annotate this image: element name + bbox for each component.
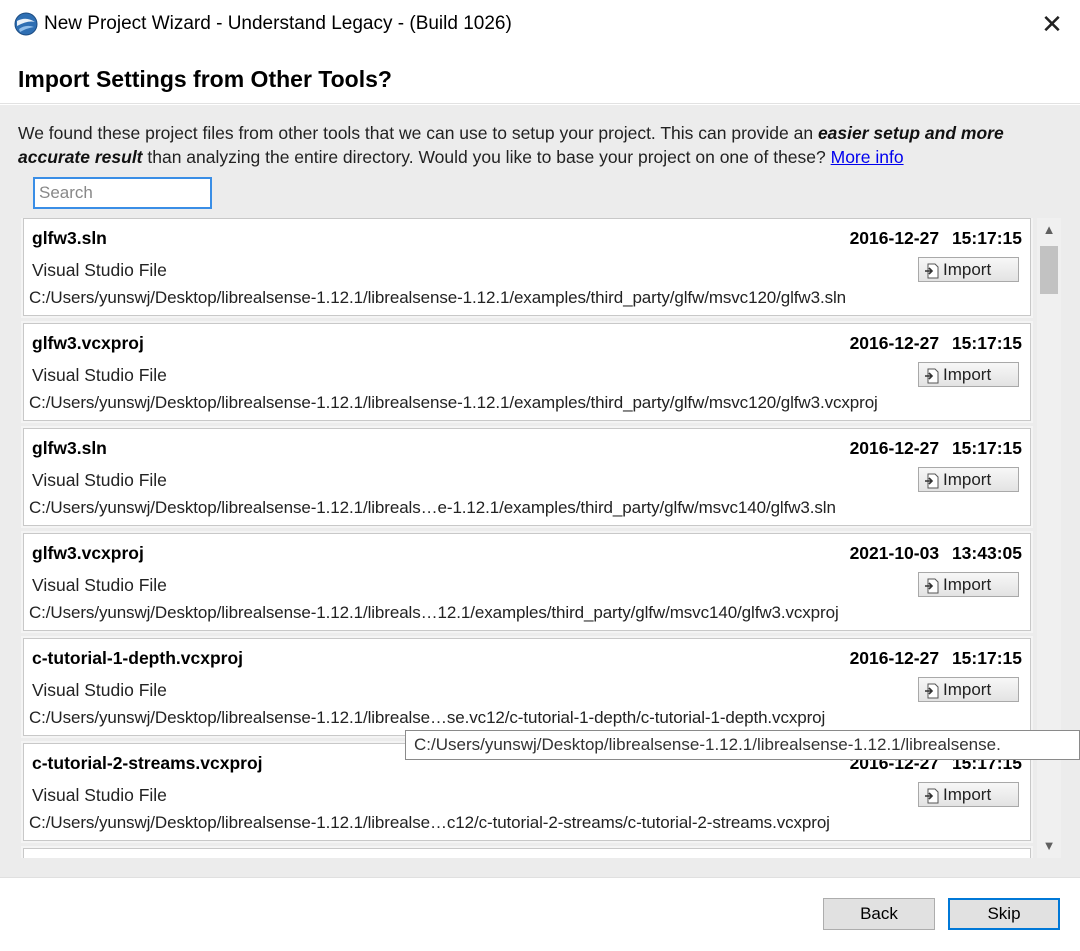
project-type: Visual Studio File — [32, 680, 167, 700]
import-label: Import — [943, 680, 992, 699]
project-path: C:/Users/yunswj/Desktop/librealsense-1.1… — [29, 708, 826, 727]
import-button[interactable]: Import — [918, 572, 1019, 597]
project-type: Visual Studio File — [32, 260, 167, 280]
wizard-footer: Back Skip — [0, 877, 1080, 951]
project-path: C:/Users/yunswj/Desktop/librealsense-1.1… — [29, 288, 847, 307]
project-item[interactable]: glfw3.sln 2016-12-27 15:17:15 Visual Stu… — [23, 218, 1031, 316]
import-label: Import — [943, 575, 992, 594]
import-icon — [925, 262, 939, 278]
more-info-link[interactable]: More info — [831, 147, 904, 167]
project-date: 2021-10-03 13:43:05 — [849, 543, 1022, 563]
close-icon[interactable]: ✕ — [1032, 6, 1072, 42]
scroll-down-icon[interactable]: ▼ — [1037, 834, 1061, 858]
project-name: glfw3.sln — [32, 228, 107, 248]
import-label: Import — [943, 470, 992, 489]
import-icon — [925, 787, 939, 803]
import-label: Import — [943, 785, 992, 804]
import-icon — [925, 577, 939, 593]
understand-app-icon — [14, 12, 38, 36]
wizard-header: Import Settings from Other Tools? — [0, 48, 1080, 104]
project-path: C:/Users/yunswj/Desktop/librealsense-1.1… — [29, 498, 836, 517]
project-path: C:/Users/yunswj/Desktop/librealsense-1.1… — [29, 393, 878, 412]
title-bar: New Project Wizard - Understand Legacy -… — [0, 0, 1080, 48]
import-label: Import — [943, 260, 992, 279]
import-icon — [925, 367, 939, 383]
window-title: New Project Wizard - Understand Legacy -… — [44, 13, 512, 34]
search-input[interactable] — [33, 177, 212, 209]
import-button[interactable]: Import — [918, 782, 1019, 807]
project-item[interactable]: c-tutorial-1-depth.vcxproj 2016-12-27 15… — [23, 638, 1031, 736]
import-button[interactable]: Import — [918, 467, 1019, 492]
project-name: glfw3.vcxproj — [32, 543, 144, 563]
project-path: C:/Users/yunswj/Desktop/librealsense-1.1… — [29, 603, 839, 622]
project-type: Visual Studio File — [32, 785, 167, 805]
project-name: glfw3.sln — [32, 438, 107, 458]
intro-text-1: We found these project files from other … — [18, 123, 818, 143]
project-name: c-tutorial-1-depth.vcxproj — [32, 648, 243, 668]
project-type: Visual Studio File — [32, 575, 167, 595]
project-name: glfw3.vcxproj — [32, 333, 144, 353]
project-type: Visual Studio File — [32, 470, 167, 490]
project-file-list: glfw3.sln 2016-12-27 15:17:15 Visual Stu… — [18, 218, 1038, 858]
project-item[interactable]: glfw3.vcxproj 2016-12-27 15:17:15 Visual… — [23, 323, 1031, 421]
page-title: Import Settings from Other Tools? — [18, 66, 392, 92]
wizard-content: We found these project files from other … — [0, 105, 1080, 877]
scroll-thumb[interactable] — [1040, 246, 1058, 294]
project-type: Visual Studio File — [32, 365, 167, 385]
project-date: 2016-12-27 15:17:15 — [849, 438, 1022, 458]
list-scrollbar[interactable]: ▲ ▼ — [1037, 218, 1061, 858]
import-icon — [925, 472, 939, 488]
import-label: Import — [943, 365, 992, 384]
project-item[interactable]: glfw3.sln 2016-12-27 15:17:15 Visual Stu… — [23, 428, 1031, 526]
project-item-partial[interactable] — [23, 848, 1031, 858]
project-path: C:/Users/yunswj/Desktop/librealsense-1.1… — [29, 813, 830, 832]
skip-button[interactable]: Skip — [948, 898, 1060, 930]
project-date: 2016-12-27 15:17:15 — [849, 228, 1022, 248]
import-button[interactable]: Import — [918, 362, 1019, 387]
import-button[interactable]: Import — [918, 257, 1019, 282]
import-button[interactable]: Import — [918, 677, 1019, 702]
project-item[interactable]: glfw3.vcxproj 2021-10-03 13:43:05 Visual… — [23, 533, 1031, 631]
import-icon — [925, 682, 939, 698]
intro-text: We found these project files from other … — [18, 121, 1058, 169]
project-date: 2016-12-27 15:17:15 — [849, 333, 1022, 353]
intro-text-2: than analyzing the entire directory. Wou… — [142, 147, 831, 167]
project-name: c-tutorial-2-streams.vcxproj — [32, 753, 263, 773]
scroll-up-icon[interactable]: ▲ — [1037, 218, 1061, 242]
project-date: 2016-12-27 15:17:15 — [849, 648, 1022, 668]
back-button[interactable]: Back — [823, 898, 935, 930]
path-tooltip: C:/Users/yunswj/Desktop/librealsense-1.1… — [405, 730, 1080, 760]
